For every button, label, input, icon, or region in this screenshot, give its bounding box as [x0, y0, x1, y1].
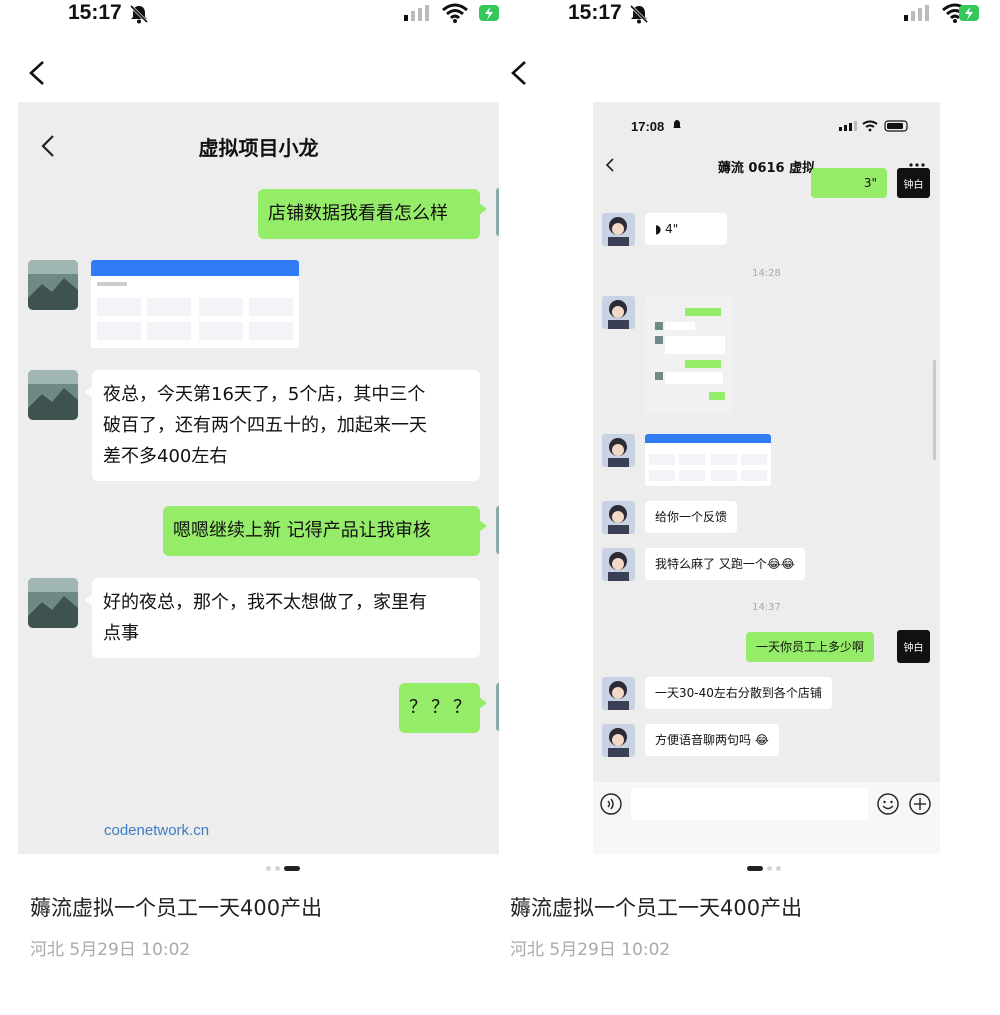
back-chevron-icon[interactable] — [508, 60, 530, 86]
message-line: 好的夜总，那个，我不太想做了，家里有 — [103, 592, 427, 613]
carousel-dot-active — [747, 866, 763, 871]
chat-bubble-received: 一天30-40左右分散到各个店铺 — [645, 677, 832, 709]
my-avatar: 钟白 — [897, 168, 930, 198]
wifi-icon — [442, 3, 468, 23]
message-line: 点事 — [103, 623, 139, 644]
chat-title: 薅流 0616 虚拟 — [717, 161, 816, 176]
contact-avatar — [602, 501, 635, 534]
post-title: 薅流虚拟一个员工一天400产出 — [510, 896, 803, 920]
chat-bubble-received: 我特么麻了 又跑一个😂😂 — [645, 548, 805, 580]
contact-avatar — [28, 578, 78, 628]
contact-avatar — [602, 548, 635, 581]
timestamp: 14:28 — [752, 268, 781, 279]
chat-bubble-sent: ？？？ — [399, 683, 487, 733]
chat-bubble-sent: 嗯嗯继续上新 记得产品让我审核 — [163, 506, 487, 556]
carousel-indicator — [266, 866, 306, 872]
battery-charging-icon — [479, 5, 499, 21]
emoji-icon — [877, 793, 899, 815]
contact-avatar — [602, 434, 635, 467]
carousel-dot-active — [284, 866, 300, 871]
clipped-status-bar — [46, 102, 496, 106]
my-avatar-clipped — [496, 506, 499, 554]
status-bar: 15:17 — [0, 0, 500, 30]
muted-bell-icon — [629, 4, 649, 24]
timestamp: 14:37 — [752, 602, 781, 613]
right-post-panel: 15:17 17:08 薅流 0616 虚拟 3" 钟白 ◗ 4" 14:28 … — [500, 0, 1000, 1015]
contact-avatar — [602, 296, 635, 329]
my-avatar: 钟白 — [897, 630, 930, 663]
voice-bubble-received: ◗ 4" — [645, 213, 727, 245]
scrollbar — [933, 360, 936, 460]
chat-bubble-received: 给你一个反馈 — [645, 501, 738, 533]
voice-bubble-sent: 3" — [811, 168, 887, 198]
contact-avatar — [602, 677, 635, 710]
muted-bell-icon — [673, 120, 681, 128]
post-meta: 河北 5月29日 10:02 — [510, 940, 671, 960]
carousel-indicator — [747, 866, 787, 872]
chat-bubble-sent: 一天你员工上多少啊 — [746, 632, 875, 662]
screenshot-status-icons — [839, 120, 908, 132]
contact-avatar — [602, 213, 635, 246]
chat-bubble-received: 好的夜总，那个，我不太想做了，家里有 点事 — [85, 578, 480, 658]
voice-duration: 4" — [665, 222, 679, 236]
chat-bubble-received: 夜总，今天第16天了，5个店，其中三个 破百了，还有两个四五十的，加起来一天 差… — [85, 370, 480, 481]
signal-icon — [404, 5, 429, 21]
chat-input-bar — [593, 782, 940, 854]
nested-chat-screenshot — [645, 296, 733, 414]
muted-bell-icon — [129, 4, 149, 24]
watermark: codenetwork.cn — [104, 822, 210, 839]
add-icon — [909, 793, 931, 815]
chat-screenshot-image: 虚拟项目小龙 店铺数据我看看怎么样 夜总，今天第16天了，5个店，其中三个 破百… — [18, 102, 499, 854]
contact-avatar — [28, 370, 78, 420]
left-post-panel: 15:17 虚拟项目小龙 店铺数据我看看怎么样 夜总，今天第16天了，5个店，其… — [0, 0, 500, 1015]
signal-icon — [904, 5, 929, 21]
screenshot-status-time: 17:08 — [631, 119, 665, 134]
message-line: 夜总，今天第16天了，5个店，其中三个 — [103, 384, 426, 405]
status-time: 15:17 — [568, 1, 622, 24]
battery-charging-icon — [959, 5, 979, 21]
voice-input-icon — [600, 793, 622, 815]
carousel-dot — [767, 866, 772, 871]
chat-title: 虚拟项目小龙 — [198, 136, 319, 160]
shop-data-screenshot — [645, 434, 771, 486]
carousel-dot — [275, 866, 280, 871]
message-line: 破百了，还有两个四五十的，加起来一天 — [103, 415, 427, 436]
post-title: 薅流虚拟一个员工一天400产出 — [30, 896, 323, 920]
contact-avatar — [28, 260, 78, 310]
chat-bubble-received: 方便语音聊两句吗 😂 — [645, 724, 779, 756]
carousel-dot — [776, 866, 781, 871]
message-line: 差不多400左右 — [103, 446, 228, 467]
voice-wave-icon: ◗ — [655, 222, 666, 236]
chat-screenshot-image: 17:08 薅流 0616 虚拟 3" 钟白 ◗ 4" 14:28 给你一个反馈… — [593, 102, 940, 854]
contact-avatar — [602, 724, 635, 757]
shop-data-screenshot — [91, 260, 299, 348]
back-chevron-icon[interactable] — [26, 60, 48, 86]
post-meta: 河北 5月29日 10:02 — [30, 940, 191, 960]
chat-bubble-sent: 店铺数据我看看怎么样 — [258, 189, 487, 239]
status-bar: 15:17 — [500, 0, 1000, 30]
carousel-dot — [266, 866, 271, 871]
message-input — [631, 788, 868, 820]
status-time: 15:17 — [68, 1, 122, 24]
my-avatar-clipped — [496, 188, 499, 236]
my-avatar-clipped — [496, 683, 499, 731]
